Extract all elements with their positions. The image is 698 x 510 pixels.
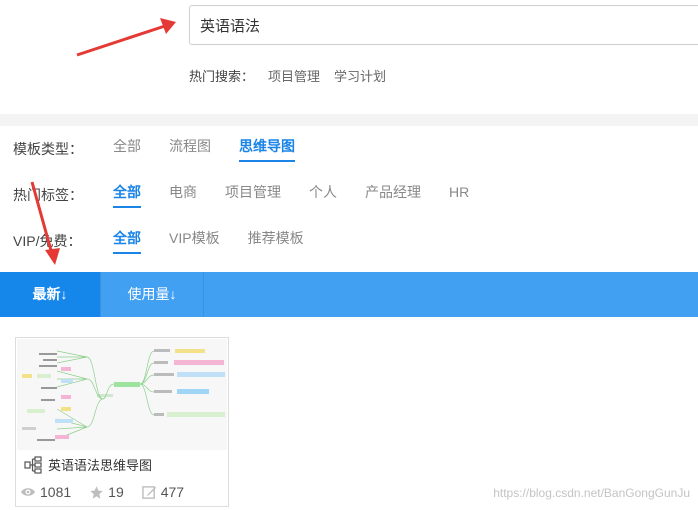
section-divider xyxy=(0,114,698,126)
card-title[interactable]: 英语语法思维导图 xyxy=(48,455,152,474)
template-card[interactable]: 英语语法思维导图 1081 19 477 xyxy=(15,337,229,507)
card-stats: 1081 19 477 xyxy=(20,484,202,500)
annotation-arrow-icon xyxy=(76,18,176,57)
filter-template-type: 模板类型： 全部 流程图 思维导图 xyxy=(13,136,323,162)
stars-stat: 19 xyxy=(89,484,124,500)
search-input[interactable] xyxy=(200,6,680,44)
edits-stat: 477 xyxy=(141,484,185,500)
hot-search-item-project-management[interactable]: 项目管理 xyxy=(268,66,320,85)
star-icon xyxy=(90,485,103,499)
vip-item-vip-template[interactable]: VIP模板 xyxy=(169,228,220,254)
sort-bar: 最新↓ 使用量↓ xyxy=(0,272,698,317)
mindmap-icon xyxy=(24,455,42,474)
views-count: 1081 xyxy=(40,484,72,500)
tag-item-all[interactable]: 全部 xyxy=(113,182,141,208)
edit-icon xyxy=(141,485,156,499)
filter-label: VIP/免费： xyxy=(13,233,82,249)
filter-item-mindmap[interactable]: 思维导图 xyxy=(239,136,295,162)
sort-usage-tab[interactable]: 使用量↓ xyxy=(101,272,204,317)
hot-search: 热门搜索： 项目管理 学习计划 xyxy=(189,66,386,85)
vip-item-all[interactable]: 全部 xyxy=(113,228,141,254)
search-box[interactable] xyxy=(189,5,698,45)
eye-icon xyxy=(21,488,35,496)
tag-item-hr[interactable]: HR xyxy=(449,182,469,208)
tag-item-product-manager[interactable]: 产品经理 xyxy=(365,182,421,208)
mindmap-thumbnail-graphic xyxy=(17,339,227,450)
views-stat: 1081 xyxy=(20,484,71,500)
template-thumbnail[interactable] xyxy=(17,339,227,450)
filter-label: 热门标签： xyxy=(13,187,83,203)
hot-search-label: 热门搜索： xyxy=(189,69,255,84)
hot-search-item-study-plan[interactable]: 学习计划 xyxy=(334,66,386,85)
tag-item-personal[interactable]: 个人 xyxy=(309,182,337,208)
watermark: https://blog.csdn.net/BanGongGunJu xyxy=(493,486,690,500)
tag-item-ecommerce[interactable]: 电商 xyxy=(169,182,197,208)
filter-item-all[interactable]: 全部 xyxy=(113,136,141,162)
card-title-row: 英语语法思维导图 xyxy=(24,455,152,474)
filter-vip-free: VIP/免费： 全部 VIP模板 推荐模板 xyxy=(13,228,332,254)
filter-item-flowchart[interactable]: 流程图 xyxy=(169,136,211,162)
tag-item-project-management[interactable]: 项目管理 xyxy=(225,182,281,208)
sort-latest-tab[interactable]: 最新↓ xyxy=(0,272,101,317)
filter-label: 模板类型： xyxy=(13,141,83,157)
filter-hot-tags: 热门标签： 全部 电商 项目管理 个人 产品经理 HR xyxy=(13,182,497,208)
edits-count: 477 xyxy=(160,484,185,500)
stars-count: 19 xyxy=(108,484,124,500)
vip-item-recommended[interactable]: 推荐模板 xyxy=(248,228,304,254)
